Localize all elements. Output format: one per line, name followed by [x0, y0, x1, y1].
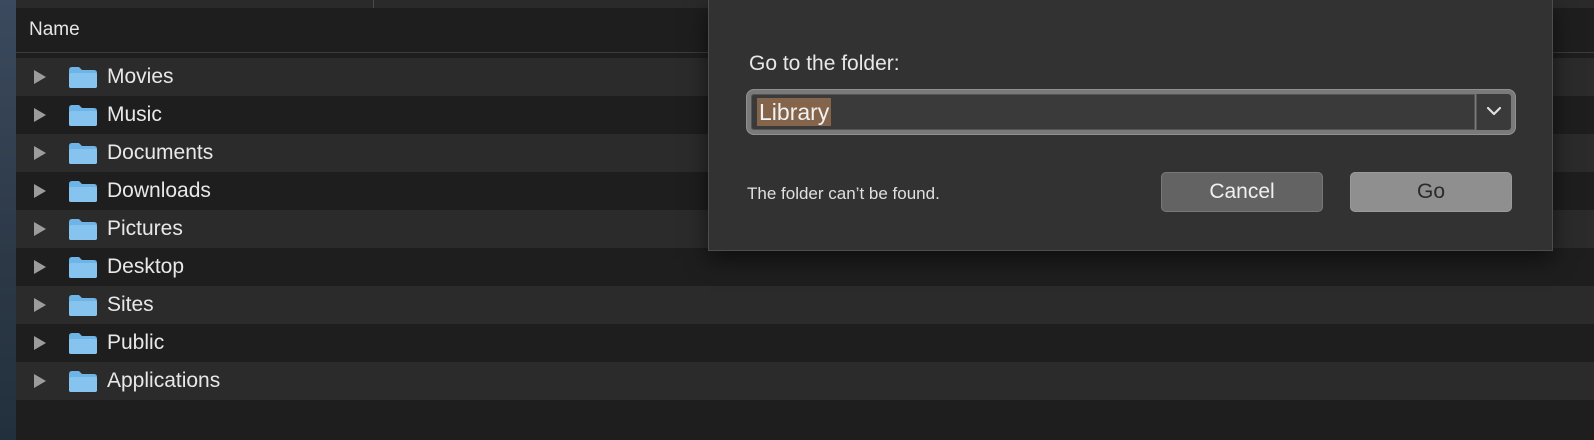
- item-label: Applications: [107, 369, 221, 392]
- item-label: Music: [107, 103, 162, 126]
- list-item[interactable]: Applications: [16, 362, 1594, 400]
- path-history-dropdown[interactable]: [1476, 94, 1511, 130]
- disclosure-triangle-icon[interactable]: [34, 336, 46, 350]
- column-divider[interactable]: [373, 0, 374, 8]
- item-label: Desktop: [107, 255, 185, 278]
- sheet-prompt: Go to the folder:: [749, 52, 900, 75]
- folder-icon: [69, 333, 97, 354]
- go-button[interactable]: Go: [1350, 172, 1512, 212]
- path-input[interactable]: Library: [751, 94, 1475, 130]
- disclosure-triangle-icon[interactable]: [34, 374, 46, 388]
- folder-icon: [69, 371, 97, 392]
- screen: Name Movies Music Documents Downloads Pi…: [0, 0, 1594, 440]
- path-input-value[interactable]: Library: [757, 98, 832, 126]
- disclosure-triangle-icon[interactable]: [34, 146, 46, 160]
- disclosure-triangle-icon[interactable]: [34, 108, 46, 122]
- item-label: Public: [107, 331, 165, 354]
- folder-icon: [69, 105, 97, 126]
- path-combo-box[interactable]: Library: [746, 89, 1516, 135]
- error-message: The folder can’t be found.: [747, 184, 940, 203]
- list-item[interactable]: Desktop: [16, 248, 1594, 286]
- disclosure-triangle-icon[interactable]: [34, 184, 46, 198]
- folder-icon: [69, 219, 97, 240]
- desktop-edge: [0, 0, 16, 440]
- item-label: Sites: [107, 293, 154, 316]
- item-label: Downloads: [107, 179, 211, 202]
- item-label: Documents: [107, 141, 214, 164]
- disclosure-triangle-icon[interactable]: [34, 260, 46, 274]
- folder-icon: [69, 257, 97, 278]
- chevron-down-icon: [1486, 106, 1502, 116]
- folder-icon: [69, 143, 97, 164]
- disclosure-triangle-icon[interactable]: [34, 222, 46, 236]
- folder-icon: [69, 181, 97, 202]
- go-to-folder-sheet: Go to the folder: Library The folder can…: [708, 0, 1553, 251]
- disclosure-triangle-icon[interactable]: [34, 70, 46, 84]
- folder-icon: [69, 295, 97, 316]
- list-item[interactable]: Sites: [16, 286, 1594, 324]
- column-header-name[interactable]: Name: [29, 19, 80, 41]
- folder-icon: [69, 67, 97, 88]
- item-label: Pictures: [107, 217, 183, 240]
- cancel-button[interactable]: Cancel: [1161, 172, 1323, 212]
- item-label: Movies: [107, 65, 174, 88]
- disclosure-triangle-icon[interactable]: [34, 298, 46, 312]
- list-item[interactable]: Public: [16, 324, 1594, 362]
